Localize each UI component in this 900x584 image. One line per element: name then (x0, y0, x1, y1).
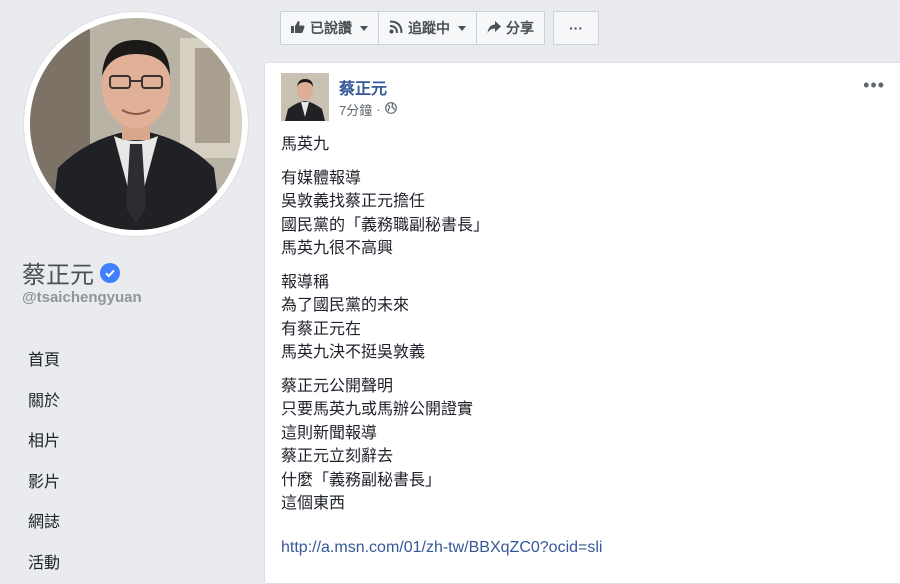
nav-item-notes[interactable]: 網誌 (28, 500, 60, 541)
post-author-name[interactable]: 蔡正元 (339, 75, 387, 99)
post-text-line: 蔡正元公開聲明 (281, 377, 394, 395)
profile-picture[interactable] (30, 18, 242, 230)
share-label: 分享 (506, 20, 534, 36)
liked-label: 已說讚 (310, 20, 352, 36)
profile-picture-frame[interactable] (24, 12, 248, 236)
post-text-line: 這個東西 (281, 495, 346, 512)
globe-icon[interactable] (384, 102, 397, 117)
post-text-line: 馬英九 (281, 136, 330, 153)
page-action-bar: 已說讚 追蹤中 分享 ··· (280, 11, 599, 45)
thumbs-up-icon (291, 20, 305, 37)
nav-item-about[interactable]: 關於 (28, 379, 60, 420)
post-text-line: 馬英九很不高興 (281, 240, 394, 257)
more-options-button[interactable]: ··· (553, 11, 599, 45)
share-button[interactable]: 分享 (477, 11, 545, 45)
post-text-line: 蔡正元立刻辭去 (281, 448, 394, 465)
post-author-avatar[interactable] (281, 73, 329, 121)
post-timestamp[interactable]: 7分鐘 (339, 100, 372, 119)
post-text-line: 報導稱 (281, 273, 330, 291)
liked-button[interactable]: 已說讚 (280, 11, 379, 45)
page-nav: 首頁 關於 相片 影片 網誌 活動 (28, 338, 60, 581)
audience-separator: · (376, 102, 381, 117)
chevron-down-icon (458, 25, 466, 31)
verified-badge-icon (100, 262, 120, 283)
post-text-line: 國民黨的「義務職副秘書長」 (281, 216, 490, 234)
nav-item-home[interactable]: 首頁 (28, 338, 60, 379)
rss-icon (389, 20, 403, 37)
page-handle[interactable]: @tsaichengyuan (22, 289, 142, 306)
page-name-text[interactable]: 蔡正元 (22, 255, 94, 290)
post-text-line: 有蔡正元在 (281, 320, 362, 338)
post-meta: 7分鐘 · (339, 100, 397, 119)
nav-item-photos[interactable]: 相片 (28, 419, 60, 460)
post-body: 馬英九 有媒體報導 吳敦義找蔡正元擔任 國民黨的「義務職副秘書長」 馬英九很不高… (281, 133, 881, 526)
share-arrow-icon (487, 20, 501, 37)
post-text-line: 什麼「義務副秘書長」 (281, 471, 442, 489)
post-text-line: 吳敦義找蔡正元擔任 (281, 193, 426, 210)
following-button[interactable]: 追蹤中 (379, 11, 477, 45)
post-text-line: 有媒體報導 (281, 169, 362, 187)
post-text-line: 這則新聞報導 (281, 424, 378, 442)
post-paragraph: 馬英九 (281, 133, 881, 157)
post-link[interactable]: http://a.msn.com/01/zh-tw/BBXqZC0?ocid=s… (281, 539, 602, 557)
following-label: 追蹤中 (408, 20, 450, 36)
page-name[interactable]: 蔡正元 (22, 255, 120, 290)
page-sidebar: 蔡正元 @tsaichengyuan 首頁 關於 相片 影片 網誌 活動 (0, 0, 262, 575)
post-text-line: 只要馬英九或馬辦公開證實 (281, 401, 474, 418)
post-paragraph: 報導稱 為了國民黨的未來 有蔡正元在 馬英九決不挺吳敦義 (281, 271, 881, 365)
chevron-down-icon (360, 25, 368, 31)
post-card: 蔡正元 7分鐘 · ••• 馬英九 有媒體報導 吳敦義找蔡正元擔任 國民黨的「義… (264, 62, 900, 584)
nav-item-videos[interactable]: 影片 (28, 460, 60, 501)
post-paragraph: 有媒體報導 吳敦義找蔡正元擔任 國民黨的「義務職副秘書長」 馬英九很不高興 (281, 167, 881, 261)
post-text-line: 馬英九決不挺吳敦義 (281, 344, 426, 361)
post-text-line: 為了國民黨的未來 (281, 297, 410, 314)
post-options-button[interactable]: ••• (863, 75, 885, 96)
post-paragraph: 蔡正元公開聲明 只要馬英九或馬辦公開證實 這則新聞報導 蔡正元立刻辭去 什麼「義… (281, 375, 881, 516)
